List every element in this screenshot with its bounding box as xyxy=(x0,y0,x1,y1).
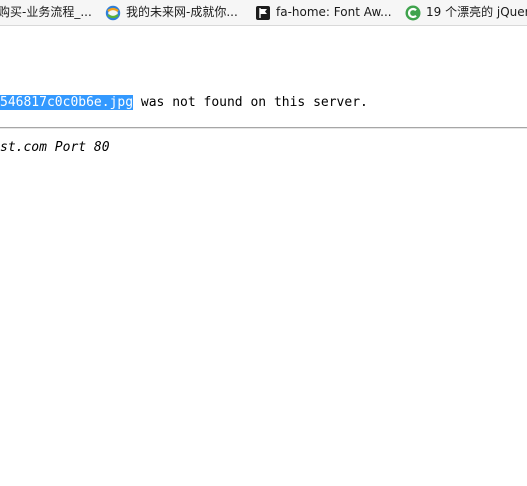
bookmark-label: 19 个漂亮的 jQuery xyxy=(426,5,527,19)
bookmark-purchase-flow[interactable]: 购买-业务流程_... xyxy=(0,0,92,25)
selected-filename[interactable]: 546817c0c0b6e.jpg xyxy=(0,95,134,110)
ie-swirl-icon xyxy=(105,5,121,21)
bookmark-fa-home[interactable]: fa-home: Font Aw... xyxy=(255,0,392,25)
bookmark-label: 我的未来网-成就你... xyxy=(126,5,238,19)
not-found-message: 546817c0c0b6e.jpg was not found on this … xyxy=(0,94,368,112)
bookmark-label: 购买-业务流程_... xyxy=(0,5,92,19)
flag-icon xyxy=(255,5,271,21)
message-text: was not found on this server. xyxy=(133,95,368,110)
page-content: 546817c0c0b6e.jpg was not found on this … xyxy=(0,26,527,486)
bookmark-future-net[interactable]: 我的未来网-成就你... xyxy=(105,0,238,25)
bookmarks-bar: 购买-业务流程_... 我的未来网-成就你... fa-home: Font A… xyxy=(0,0,527,26)
bookmark-jquery[interactable]: 19 个漂亮的 jQuery xyxy=(405,0,527,25)
bookmark-label: fa-home: Font Aw... xyxy=(276,5,392,19)
green-c-icon xyxy=(405,5,421,21)
server-address: st.com Port 80 xyxy=(0,140,110,155)
divider xyxy=(0,127,527,129)
